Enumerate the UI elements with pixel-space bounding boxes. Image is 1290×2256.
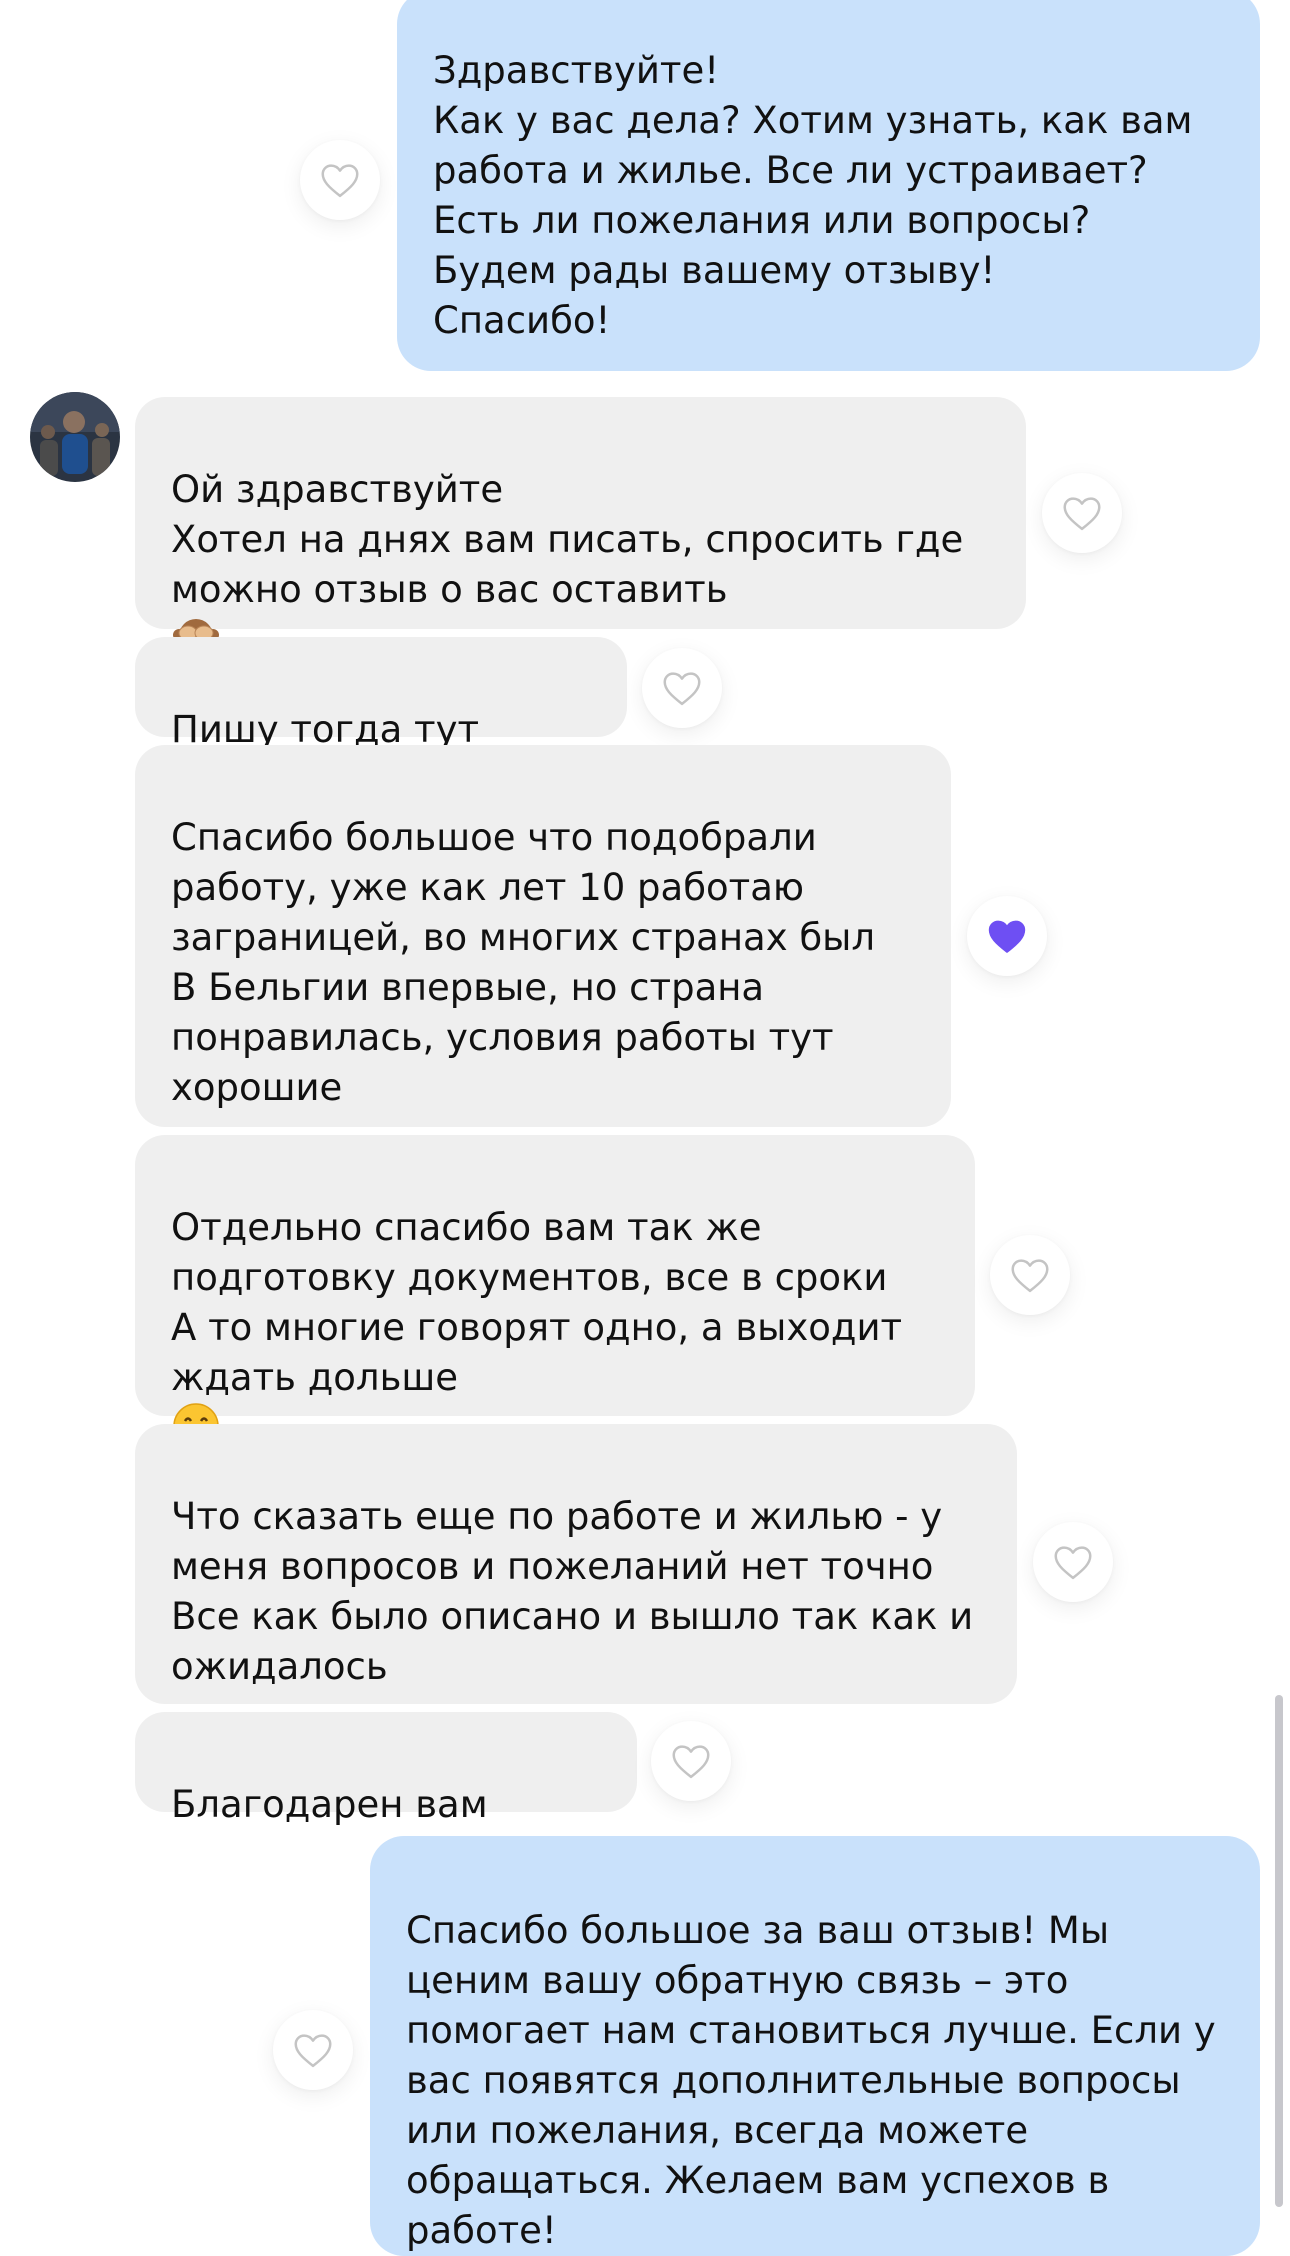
heart-outline-icon	[1011, 1259, 1049, 1293]
message-text: Спасибо большое что подобрали работу, уж…	[171, 816, 876, 1109]
like-button[interactable]	[642, 648, 722, 728]
heart-outline-icon	[321, 164, 359, 198]
heart-outline-icon	[1063, 497, 1101, 531]
like-button[interactable]	[273, 2010, 353, 2090]
like-button[interactable]	[1042, 473, 1122, 553]
message-text: Здравствуйте! Как у вас дела? Хотим узна…	[433, 49, 1193, 342]
incoming-message[interactable]: Отдельно спасибо вам так же подготовку д…	[135, 1135, 975, 1449]
message-text: Спасибо большое за ваш отзыв! Мы ценим в…	[406, 1909, 1216, 2252]
incoming-message[interactable]: Что сказать еще по работе и жилью - у ме…	[135, 1424, 1017, 1704]
incoming-message[interactable]: Благодарен вам	[135, 1712, 637, 1826]
like-button[interactable]	[651, 1721, 731, 1801]
heart-outline-icon	[294, 2034, 332, 2068]
outgoing-message[interactable]: Спасибо большое за ваш отзыв! Мы ценим в…	[370, 1836, 1260, 2256]
heart-filled-icon	[988, 920, 1026, 953]
like-button[interactable]	[1033, 1522, 1113, 1602]
incoming-message[interactable]: Пишу тогда тут	[135, 637, 627, 751]
scrollbar[interactable]	[1275, 1695, 1283, 2207]
message-text: Благодарен вам	[171, 1783, 488, 1826]
incoming-message[interactable]: Ой здравствуйте Хотел на днях вам писать…	[135, 397, 1026, 653]
message-text: Отдельно спасибо вам так же подготовку д…	[171, 1206, 903, 1399]
heart-outline-icon	[672, 1745, 710, 1779]
heart-outline-icon	[1054, 1546, 1092, 1580]
like-button[interactable]	[300, 140, 380, 220]
like-button[interactable]	[967, 896, 1047, 976]
outgoing-message[interactable]: Здравствуйте! Как у вас дела? Хотим узна…	[397, 0, 1260, 371]
message-text: Ой здравствуйте Хотел на днях вам писать…	[171, 468, 964, 611]
heart-outline-icon	[663, 672, 701, 706]
avatar-photo	[30, 392, 120, 482]
like-button[interactable]	[990, 1235, 1070, 1315]
incoming-message[interactable]: Спасибо большое что подобрали работу, уж…	[135, 745, 951, 1127]
message-text: Что сказать еще по работе и жилью - у ме…	[171, 1495, 974, 1688]
avatar[interactable]	[30, 392, 120, 482]
